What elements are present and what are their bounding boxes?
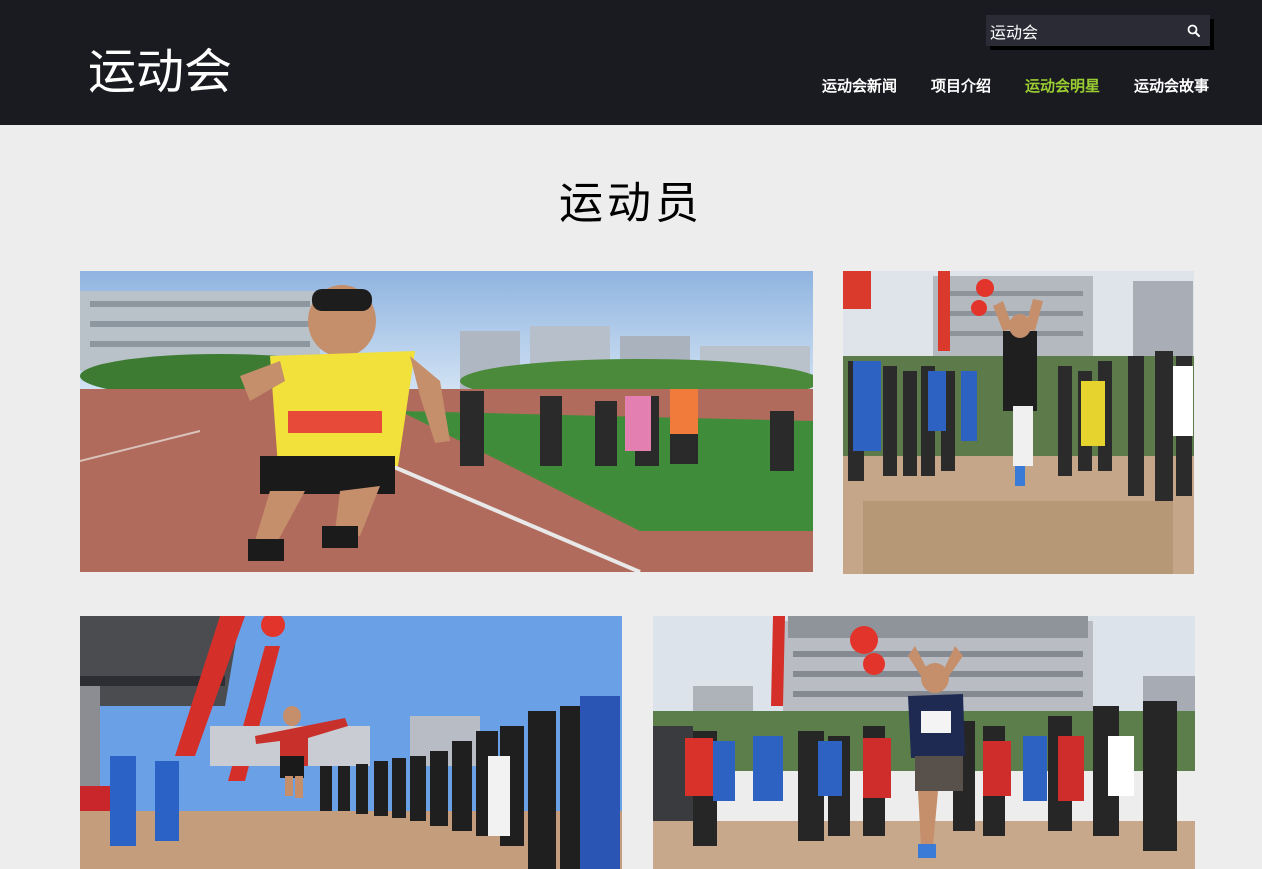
search-box	[986, 15, 1210, 46]
site-header: 运动会 运动会新闻 项目介绍 运动会明星 运动会故事	[0, 0, 1262, 125]
nav-item-stars[interactable]: 运动会明星	[1025, 76, 1100, 96]
athlete-photo-sprinter[interactable]	[80, 271, 813, 572]
search-input[interactable]	[986, 15, 1176, 46]
nav-item-news[interactable]: 运动会新闻	[822, 76, 897, 96]
site-title[interactable]: 运动会	[88, 42, 232, 102]
athlete-photo-crowd-jump[interactable]	[80, 616, 622, 869]
nav-item-stories[interactable]: 运动会故事	[1134, 76, 1209, 96]
search-icon[interactable]	[1184, 21, 1204, 41]
section-title: 运动员	[559, 178, 703, 229]
athlete-photo-jumper-143[interactable]	[653, 616, 1195, 869]
nav-item-events[interactable]: 项目介绍	[931, 76, 991, 96]
athlete-photo-long-jump[interactable]	[843, 271, 1194, 574]
